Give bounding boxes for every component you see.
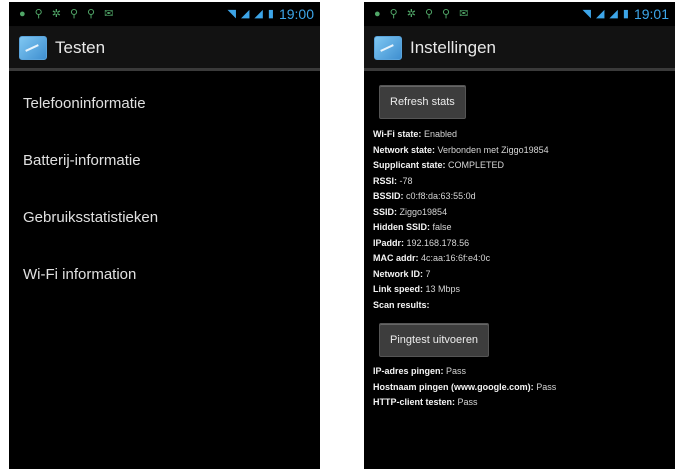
stat-line: SSID: Ziggo19854 (373, 205, 675, 221)
menu-item-wifi-information[interactable]: Wi-Fi information (9, 246, 320, 303)
stat-line: IPaddr: 192.168.178.56 (373, 236, 675, 252)
phone-screen-instellingen: ● ⚲ ✲ ⚲ ⚲ ✉ ◥ ◢ ◢ ▮ 19:01 Instellingen R… (364, 2, 675, 469)
notification-icons: ● ⚲ ✲ ⚲ ⚲ ✉ (374, 6, 468, 22)
stat-line: MAC addr: 4c:aa:16:6f:e4:0c (373, 251, 675, 267)
stat-value: Pass (457, 397, 478, 407)
stat-value: false (432, 222, 452, 232)
stat-line: Network state: Verbonden met Ziggo19854 (373, 143, 675, 159)
stat-line: Supplicant state: COMPLETED (373, 158, 675, 174)
stat-value: -78 (399, 175, 413, 186)
wifi-icon: ◥ (582, 8, 591, 20)
battery-icon: ▮ (622, 8, 629, 20)
stat-label: Scan results: (373, 299, 430, 310)
stat-value: c0:f8:da:63:55:0d (406, 191, 476, 201)
usb-icon: ⚲ (69, 8, 78, 20)
wifi-icon: ◥ (227, 8, 236, 20)
stat-label: BSSID: (373, 191, 404, 201)
pingtest-button[interactable]: Pingtest uitvoeren (379, 323, 490, 357)
status-indicators: ◥ ◢ ◢ ▮ 19:00 (227, 5, 314, 23)
stat-label: Wi-Fi state: (373, 129, 422, 139)
page-title: Testen (55, 37, 106, 57)
stat-label: Network ID: (373, 268, 424, 279)
stat-label: HTTP-client testen: (373, 397, 456, 407)
page-title: Instellingen (410, 37, 497, 57)
stat-value: Pass (446, 366, 467, 376)
stat-label: SSID: (373, 206, 398, 217)
ping-results-list: IP-adres pingen: Pass Hostnaam pingen (ww… (373, 364, 675, 411)
message-icon: ✉ (459, 8, 469, 20)
stat-line: Wi-Fi state: Enabled (373, 127, 675, 143)
signal-icon: ◢ (609, 8, 618, 20)
notification-dot-icon: ● (374, 8, 381, 20)
stat-line: Link speed: 13 Mbps (373, 282, 675, 298)
usb-icon: ⚲ (442, 8, 451, 20)
stat-line: BSSID: c0:f8:da:63:55:0d (373, 189, 675, 205)
stat-value: Pass (536, 381, 557, 392)
stat-line: HTTP-client testen: Pass (373, 395, 675, 411)
stat-line: IP-adres pingen: Pass (373, 364, 675, 380)
menu-item-telefooninformatie[interactable]: Telefooninformatie (9, 75, 320, 132)
stat-value: 4c:aa:16:6f:e4:0c (421, 253, 491, 263)
stat-label: Hostnaam pingen (www.google.com): (373, 381, 534, 392)
stat-line: Hostnaam pingen (www.google.com): Pass (373, 380, 675, 396)
status-bar: ● ⚲ ✲ ⚲ ⚲ ✉ ◥ ◢ ◢ ▮ 19:01 (364, 2, 675, 27)
settings-app-icon (19, 35, 47, 60)
menu-item-batterij-informatie[interactable]: Batterij-informatie (9, 132, 320, 189)
stat-label: Supplicant state: (373, 160, 446, 170)
usb-icon: ⚲ (424, 8, 433, 20)
signal-icon: ◢ (240, 8, 250, 20)
stat-value: COMPLETED (448, 160, 505, 170)
menu-item-gebruiksstatistieken[interactable]: Gebruiksstatistieken (9, 189, 320, 246)
action-bar: Instellingen (364, 27, 675, 71)
notification-icons: ● ⚲ ✲ ⚲ ⚲ ✉ (19, 6, 113, 22)
stat-value: 192.168.178.56 (406, 237, 470, 248)
status-indicators: ◥ ◢ ◢ ▮ 19:01 (582, 5, 669, 23)
stat-line: Scan results: (373, 298, 675, 314)
stat-value: Verbonden met Ziggo19854 (437, 144, 549, 155)
notification-dot-icon: ● (19, 8, 26, 20)
stat-line: Network ID: 7 (373, 267, 675, 283)
stat-line: Hidden SSID: false (373, 220, 675, 236)
signal-icon: ◢ (595, 8, 605, 20)
wifi-status-content: Refresh stats Wi-Fi state: Enabled Networ… (364, 71, 675, 411)
stat-label: RSSI: (373, 175, 398, 186)
refresh-stats-button[interactable]: Refresh stats (379, 85, 466, 119)
status-time: 19:01 (633, 6, 669, 22)
usb-icon: ⚲ (34, 8, 43, 20)
message-icon: ✉ (104, 8, 114, 20)
settings-app-icon (374, 35, 402, 60)
status-time: 19:00 (278, 6, 314, 22)
phone-screen-testen: ● ⚲ ✲ ⚲ ⚲ ✉ ◥ ◢ ◢ ▮ 19:00 Testen Telefoo… (9, 2, 320, 469)
battery-icon: ▮ (267, 8, 274, 20)
usb-icon: ⚲ (87, 8, 96, 20)
debug-icon: ✲ (406, 8, 416, 20)
status-bar: ● ⚲ ✲ ⚲ ⚲ ✉ ◥ ◢ ◢ ▮ 19:00 (9, 2, 320, 27)
stat-value: Enabled (423, 129, 457, 139)
stat-line: RSSI: -78 (373, 174, 675, 190)
action-bar: Testen (9, 27, 320, 71)
stat-label: Network state: (373, 144, 436, 155)
wifi-stats-list: Wi-Fi state: Enabled Network state: Verbo… (373, 127, 675, 313)
stat-label: IP-adres pingen: (373, 366, 444, 376)
stat-label: IPaddr: (373, 237, 405, 248)
stat-label: Hidden SSID: (373, 222, 431, 232)
stat-value: 13 Mbps (425, 284, 461, 294)
stat-value: Ziggo19854 (399, 206, 448, 217)
signal-icon: ◢ (254, 8, 263, 20)
stat-value: 7 (425, 268, 431, 279)
menu-list: Telefooninformatie Batterij-informatie G… (9, 71, 320, 303)
stat-label: Link speed: (373, 284, 424, 294)
debug-icon: ✲ (51, 8, 61, 20)
usb-icon: ⚲ (389, 8, 398, 20)
stat-label: MAC addr: (373, 253, 419, 263)
